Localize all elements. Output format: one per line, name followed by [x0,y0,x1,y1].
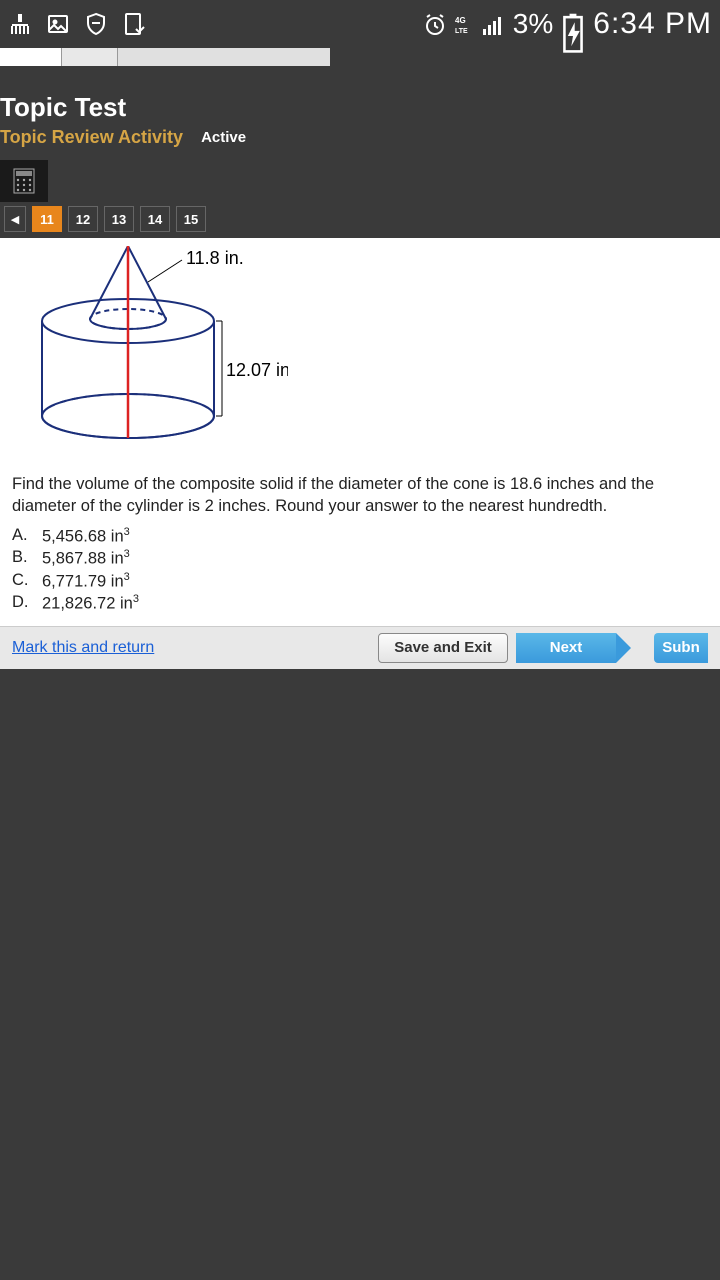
mark-return-link[interactable]: Mark this and return [12,639,370,657]
nav-item-14[interactable]: 14 [140,206,170,232]
calculator-icon [13,168,35,194]
header: Topic Test Topic Review Activity Active [0,70,720,154]
tab-a[interactable] [0,48,62,66]
option-b[interactable]: B.5,867.88 in3 [12,548,708,569]
submit-button[interactable]: Subn [654,633,708,663]
composite-solid-diagram: 11.8 in. 12.07 in. [8,246,288,458]
diagram-label-top: 11.8 in. [186,248,244,268]
shield-icon [84,12,108,36]
option-d[interactable]: D.21,826.72 in3 [12,593,708,614]
toolbar: ◀ 11 12 13 14 15 [0,154,720,232]
top-tabs [0,48,720,70]
alarm-icon [423,12,447,36]
page-title: Topic Test [0,92,720,123]
image-icon [46,12,70,36]
question-area: 11.8 in. 12.07 in. Find the volume of th… [0,238,720,669]
question-text: Find the volume of the composite solid i… [0,469,720,526]
nav-prev-button[interactable]: ◀ [4,206,26,232]
nav-item-11[interactable]: 11 [32,206,62,232]
cleaner-icon [8,12,32,36]
active-label: Active [201,129,246,146]
question-nav: ◀ 11 12 13 14 15 [0,206,720,232]
tab-b[interactable] [62,48,118,66]
tab-spacer [118,48,330,66]
option-a[interactable]: A.5,456.68 in3 [12,526,708,547]
tablet-check-icon [122,12,146,36]
diagram: 11.8 in. 12.07 in. [0,238,296,469]
subtitle: Topic Review Activity [0,127,183,148]
svg-text:4G: 4G [455,16,466,25]
clock-time: 6:34 PM [593,7,712,41]
status-bar: 4G LTE 3% 6:34 PM [0,0,720,48]
next-button[interactable]: Next [516,633,616,663]
status-icons-left [8,12,146,36]
lte-icon: 4G LTE [455,12,473,36]
nav-item-13[interactable]: 13 [104,206,134,232]
footer-bar: Mark this and return Save and Exit Next … [0,626,720,669]
signal-icon [481,12,505,36]
status-right: 4G LTE 3% 6:34 PM [423,7,712,41]
nav-item-15[interactable]: 15 [176,206,206,232]
calculator-button[interactable] [0,160,48,202]
svg-text:LTE: LTE [455,28,468,35]
save-exit-button[interactable]: Save and Exit [378,633,508,663]
battery-percent: 3% [513,8,553,40]
nav-item-12[interactable]: 12 [68,206,98,232]
diagram-label-side: 12.07 in. [226,360,288,380]
option-c[interactable]: C.6,771.79 in3 [12,571,708,592]
answer-options: A.5,456.68 in3 B.5,867.88 in3 C.6,771.79… [0,526,720,626]
battery-icon [561,12,585,36]
